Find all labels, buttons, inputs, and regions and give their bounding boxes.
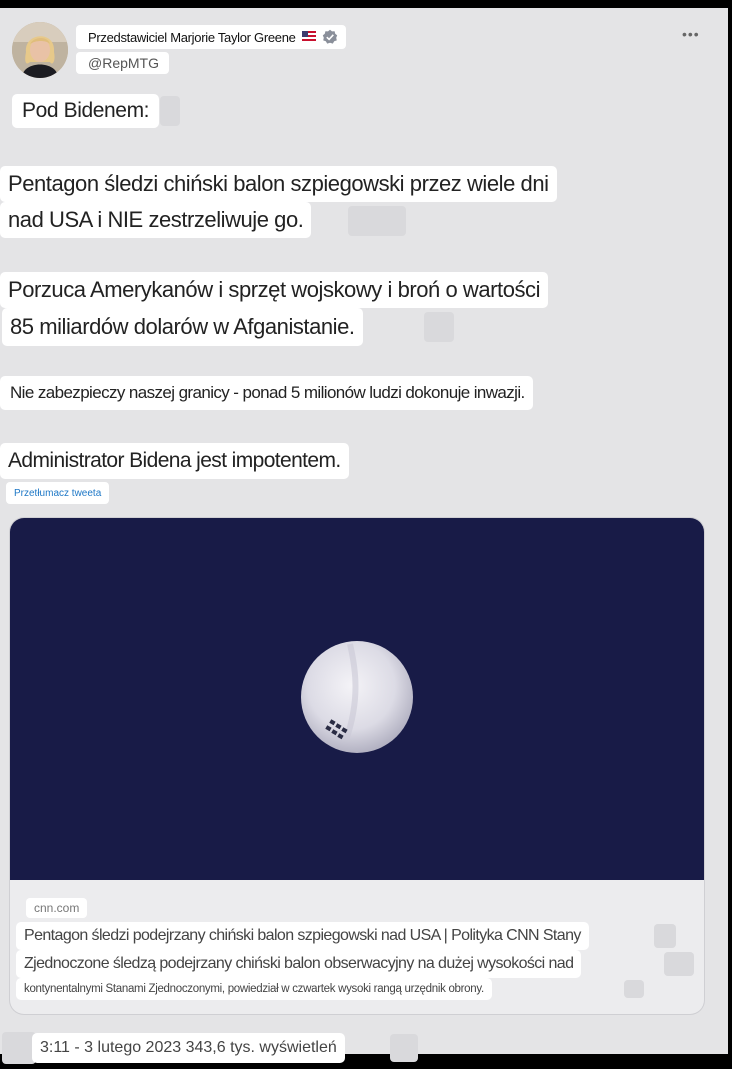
verified-badge-icon [322,29,338,45]
text-shadow-block [160,96,180,126]
tweet-line-afghanistan-cont: 85 miliardów dolarów w Afganistanie. [2,308,363,346]
author-handle-text: @RepMTG [88,55,159,71]
tweet-line-pentagon-cont: nad USA i NIE zestrzeliwuje go. [0,202,312,238]
tweet-timestamp-views[interactable]: 3:11 - 3 lutego 2023 343,6 tys. wyświetl… [32,1033,345,1063]
balloon-image[interactable] [10,518,704,880]
avatar[interactable] [12,22,68,78]
tweet-line-border: Nie zabezpieczy naszej granicy - ponad 5… [0,376,533,410]
us-flag-icon [301,31,316,43]
card-description-line-1: Zjednoczone śledzą podejrzany chiński ba… [16,950,582,978]
tweet-line-pentagon: Pentagon śledzi chiński balon szpiegowsk… [0,166,557,202]
tweet-screenshot: Przedstawiciel Marjorie Taylor Greene @R… [0,8,728,1064]
text-shadow-block [2,1032,36,1064]
text-shadow-block [390,1034,418,1062]
spy-balloon-image [298,640,416,758]
translate-tweet-link[interactable]: Przetłumacz tweeta [6,482,110,504]
card-description-line-2: kontynentalnymi Stanami Zjednoczonymi, p… [16,978,492,1000]
author-name[interactable]: Przedstawiciel Marjorie Taylor Greene [76,25,346,49]
author-name-text: Przedstawiciel Marjorie Taylor Greene [88,29,296,45]
tweet-line-intro: Pod Bidenem: [12,94,160,128]
text-shadow-block [348,206,406,236]
text-shadow-block [664,952,694,976]
author-handle[interactable]: @RepMTG [76,52,169,74]
card-title[interactable]: Pentagon śledzi podejrzany chiński balon… [16,922,589,950]
tweet-line-afghanistan: Porzuca Amerykanów i sprzęt wojskowy i b… [0,272,549,308]
card-domain: cnn.com [26,898,88,918]
text-shadow-block [654,924,676,948]
text-shadow-block [424,312,454,342]
tweet-line-conclusion: Administrator Bidena jest impotentem. [0,443,349,479]
text-shadow-block [624,980,644,998]
more-options-icon[interactable]: ••• [682,26,700,42]
